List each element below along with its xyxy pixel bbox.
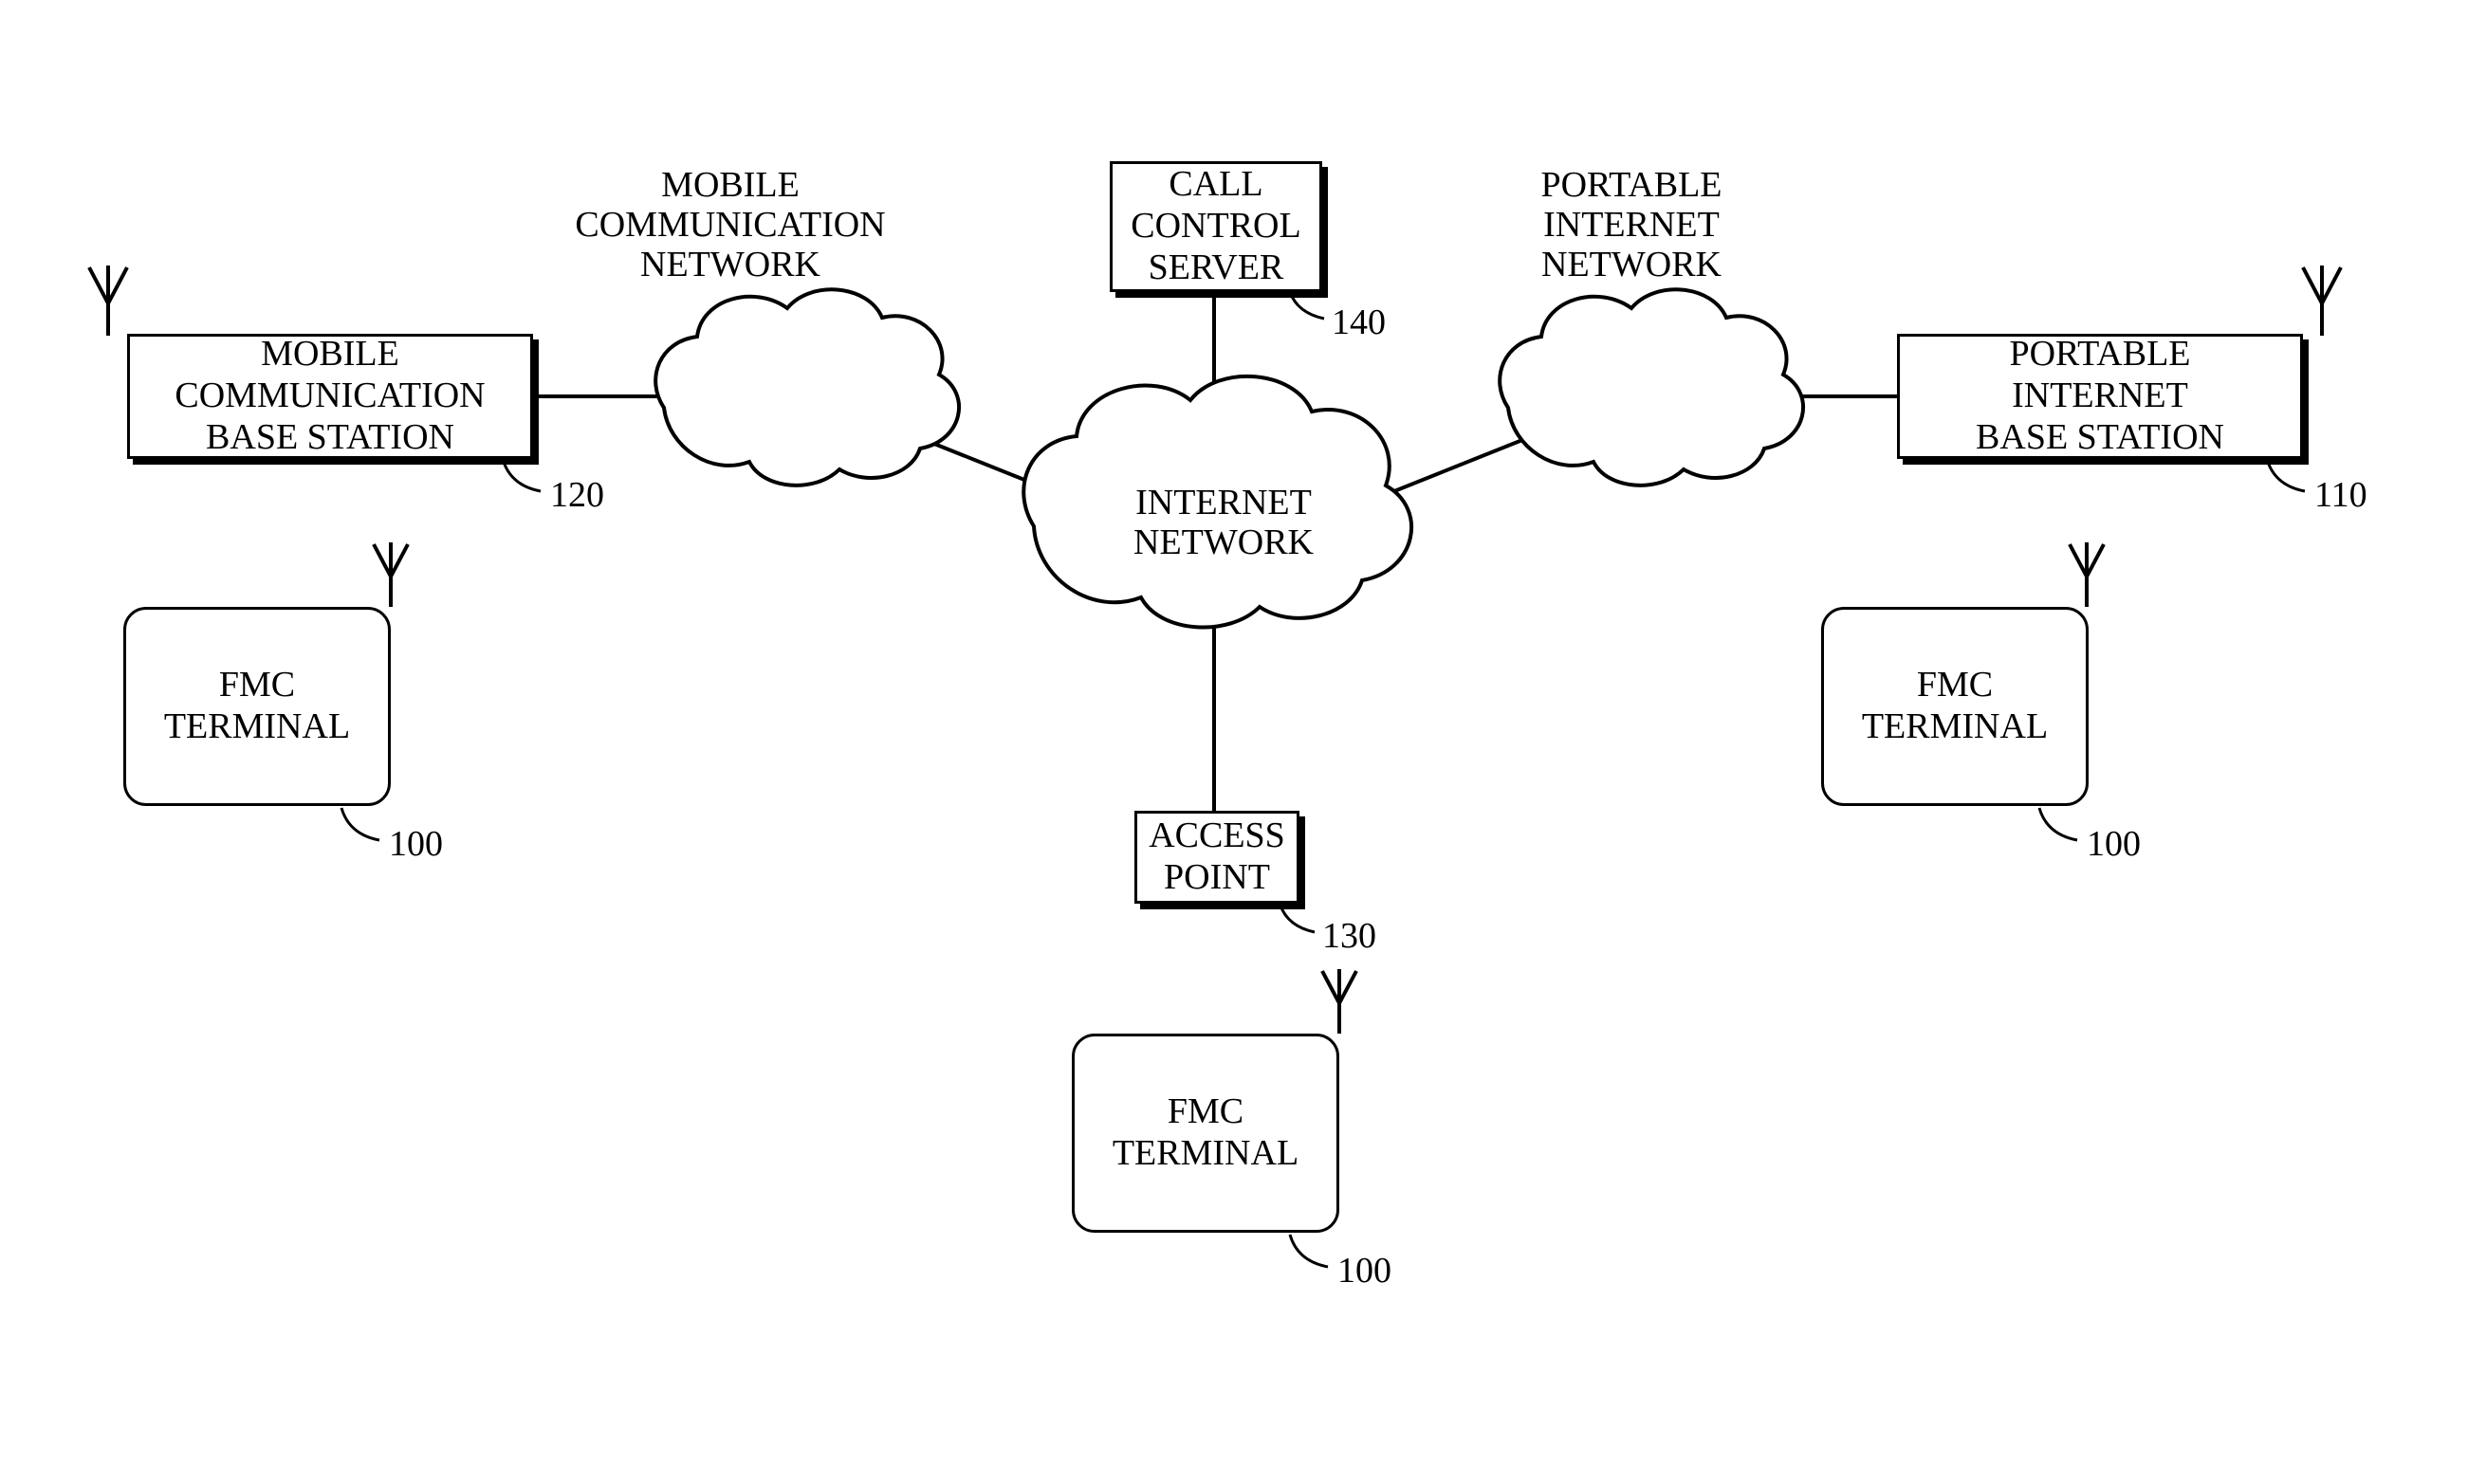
box-fmc-bottom: FMC TERMINAL [1072, 1034, 1339, 1233]
ref-100-left: 100 [389, 823, 443, 865]
ref-140: 140 [1332, 302, 1386, 343]
box-fmc-right: FMC TERMINAL [1821, 607, 2089, 806]
text-mcbs: MOBILE COMMUNICATION BASE STATION [175, 334, 485, 458]
text-ccs: CALL CONTROL SERVER [1131, 164, 1300, 288]
label-mcn: MOBILE COMMUNICATION NETWORK [560, 166, 901, 284]
text-pibs: PORTABLE INTERNET BASE STATION [1976, 334, 2224, 458]
ref-120: 120 [550, 474, 604, 516]
text-fmc-bottom: FMC TERMINAL [1113, 1091, 1298, 1174]
box-ccs: CALL CONTROL SERVER [1110, 161, 1322, 292]
ref-100-bottom: 100 [1337, 1250, 1391, 1292]
box-pibs: PORTABLE INTERNET BASE STATION [1897, 334, 2303, 459]
ref-110: 110 [2314, 474, 2367, 516]
text-ap: ACCESS POINT [1149, 815, 1285, 898]
text-fmc-left: FMC TERMINAL [164, 665, 350, 747]
box-fmc-left: FMC TERMINAL [123, 607, 391, 806]
ref-100-right: 100 [2087, 823, 2141, 865]
box-ap: ACCESS POINT [1134, 811, 1299, 904]
label-pin: PORTABLE INTERNET NETWORK [1461, 166, 1802, 284]
box-mcbs: MOBILE COMMUNICATION BASE STATION [127, 334, 533, 459]
ref-130: 130 [1322, 915, 1376, 957]
text-fmc-right: FMC TERMINAL [1862, 665, 2048, 747]
label-inet: INTERNET NETWORK [1081, 484, 1366, 563]
